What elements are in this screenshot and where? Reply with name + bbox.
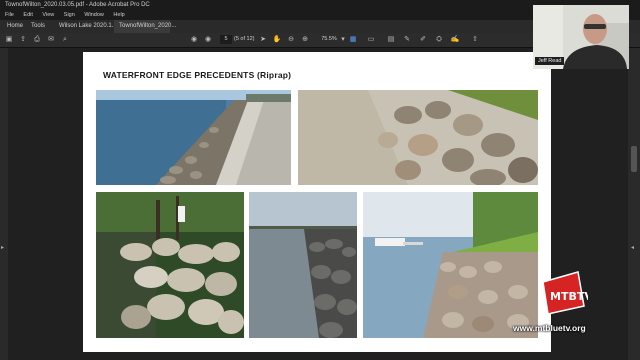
menu-sign[interactable]: Sign [64, 12, 75, 18]
tab-document-2-label: TownofWilton_2020... [119, 23, 177, 29]
tab-document-2[interactable]: TownofWilton_2020... × [114, 20, 176, 42]
page-number-input[interactable]: 5 [220, 35, 232, 44]
fill-sign-icon[interactable]: ✍ [450, 34, 460, 46]
zoom-out-icon[interactable]: ⊖ [286, 34, 296, 46]
page-count: (5 of 12) [234, 36, 255, 42]
page-view-icon[interactable]: ▦ [348, 34, 358, 46]
logo-text: MTBTV [550, 290, 588, 303]
photo-rock-edge-trees [96, 192, 244, 338]
zoom-in-icon[interactable]: ⊕ [300, 34, 310, 46]
tab-document-1[interactable]: Wilson Lake 2020.1... [54, 20, 122, 33]
select-cursor-icon[interactable]: ➤ [258, 34, 268, 46]
menu-file[interactable]: File [5, 12, 14, 18]
photo-boulder-shoreline [298, 90, 538, 185]
scrollbar-thumb[interactable] [631, 146, 637, 172]
left-panel: ▸ [0, 48, 8, 360]
menu-edit[interactable]: Edit [23, 12, 32, 18]
save-icon[interactable]: ▣ [4, 34, 14, 46]
right-scrollbar[interactable]: ◂ [628, 48, 640, 360]
slide-heading: WATERFRONT EDGE PRECEDENTS (Riprap) [103, 70, 292, 80]
upload-icon[interactable]: ⇪ [18, 34, 28, 46]
photo-riprap-walkway [96, 90, 291, 185]
search-icon[interactable]: ⌕ [60, 34, 70, 46]
expand-left-panel-icon[interactable]: ▸ [1, 244, 4, 251]
window-title: TownofWilton_2020.03.05.pdf - Adobe Acro… [5, 2, 150, 8]
sticky-note-icon[interactable]: ▤ [386, 34, 396, 46]
previous-page-icon[interactable]: ◉ [189, 34, 199, 46]
print-icon[interactable]: ⎙ [32, 34, 42, 46]
email-icon[interactable]: ✉ [46, 34, 56, 46]
expand-right-panel-icon[interactable]: ◂ [631, 244, 634, 251]
photo-rock-jetty [249, 192, 357, 338]
menu-view[interactable]: View [42, 12, 54, 18]
photo-dock-riprap [363, 192, 538, 338]
comment-icon[interactable]: ▭ [366, 34, 376, 46]
pen-icon[interactable]: ✎ [402, 34, 412, 46]
hand-icon[interactable]: ✋ [272, 34, 282, 46]
menu-window[interactable]: Window [84, 12, 104, 18]
channel-logo: MTBTV [542, 271, 588, 315]
menu-help[interactable]: Help [113, 12, 124, 18]
chevron-down-icon[interactable]: ▾ [338, 34, 348, 46]
tab-tools[interactable]: Tools [26, 20, 50, 33]
participant-name-label: Jeff Read [535, 57, 565, 65]
highlighter-icon[interactable]: ✐ [418, 34, 428, 46]
share-icon[interactable]: ⇧ [470, 34, 480, 46]
stamp-icon[interactable]: ⛭ [434, 34, 444, 46]
next-page-icon[interactable]: ◉ [203, 34, 213, 46]
tab-home[interactable]: Home [2, 20, 28, 33]
channel-url: www.mtbluetv.org [513, 323, 586, 333]
